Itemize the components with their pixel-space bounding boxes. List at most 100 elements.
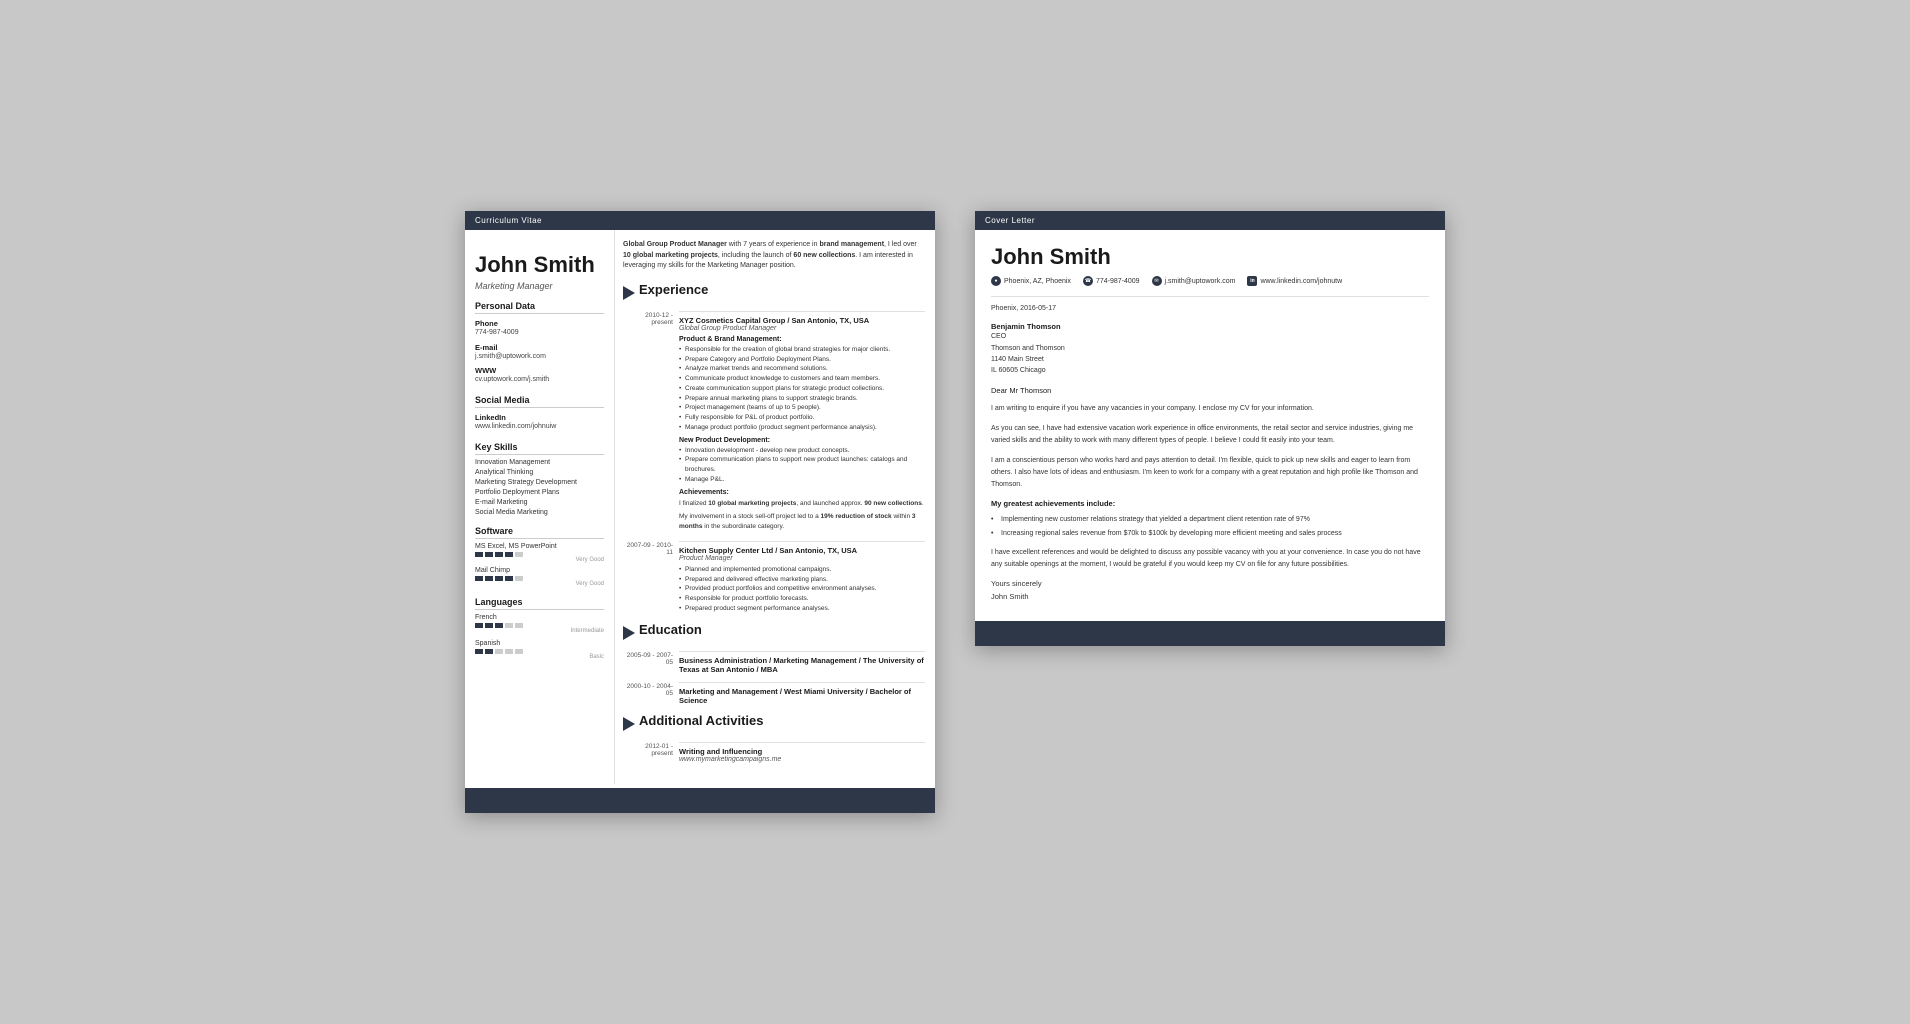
edu-degree-1: Business Administration / Marketing Mana… [679, 656, 925, 674]
cover-paragraph-2: As you can see, I have had extensive vac… [991, 423, 1429, 447]
cv-document: Curriculum Vitae John Smith Marketing Ma… [465, 211, 935, 812]
cover-header-bar: Cover Letter [975, 211, 1445, 230]
exp-bullet: Provided product portfolios and competit… [679, 584, 925, 594]
lang-rating-label-1: Intermediate [475, 628, 604, 634]
additional-title: Additional Activities [639, 713, 763, 728]
intro-bold3: 10 global marketing projects [623, 252, 718, 259]
lang-name-1: French [475, 614, 604, 621]
education-title: Education [639, 622, 702, 637]
cover-achievement-1: Implementing new customer relations stra… [991, 514, 1429, 525]
exp-bullet: Create communication support plans for s… [679, 384, 925, 394]
cv-phone-value: 774-987-4009 [475, 328, 604, 338]
location-icon: ● [991, 276, 1001, 286]
cover-header-label: Cover Letter [985, 216, 1035, 225]
bold: 10 global marketing projects [708, 500, 796, 507]
exp-role-1: Global Group Product Manager [679, 325, 925, 332]
software-name-2: Mail Chimp [475, 567, 604, 574]
exp-achievement-2: My involvement in a stock sell-off proje… [679, 512, 925, 533]
experience-header: Experience [623, 282, 925, 305]
cover-recipient-title: CEO [991, 331, 1429, 342]
dot [495, 552, 503, 557]
cover-closing: I have excellent references and would be… [991, 547, 1429, 571]
exp-bullet: Responsible for product portfolio foreca… [679, 594, 925, 604]
exp-date-1: 2010-12 - present [623, 311, 673, 533]
exp-bullet: Prepare annual marketing plans to suppor… [679, 394, 925, 404]
software-rating-label-1: Very Good [475, 557, 604, 563]
software-rating-label-2: Very Good [475, 581, 604, 587]
cover-recipient-name: Benjamin Thomson [991, 322, 1429, 331]
experience-arrow-icon [623, 286, 635, 300]
edu-entry-1: 2005-09 - 2007-05 Business Administratio… [623, 651, 925, 674]
cv-email-value: j.smith@uptowork.com [475, 352, 604, 362]
edu-content-1: Business Administration / Marketing Mana… [679, 651, 925, 674]
cv-www-value: cv.uptowork.com/j.smith [475, 375, 604, 385]
exp-bullet: Manage P&L. [679, 475, 925, 485]
cv-personal-data-title: Personal Data [475, 301, 604, 314]
dot [505, 552, 513, 557]
skill-item-3: Marketing Strategy Development [475, 479, 604, 486]
contact-linkedin: in www.linkedin.com/johnutw [1247, 276, 1342, 286]
cv-intro-text: Global Group Product Manager with 7 year… [623, 240, 925, 272]
contact-phone: ☎ 774-987-4009 [1083, 276, 1140, 286]
contact-location-text: Phoenix, AZ, Phoenix [1004, 278, 1071, 285]
cover-achievements-title: My greatest achievements include: [991, 499, 1429, 508]
skill-item-4: Portfolio Deployment Plans [475, 489, 604, 496]
exp-entry-1: 2010-12 - present XYZ Cosmetics Capital … [623, 311, 925, 533]
cv-header-bar: Curriculum Vitae [465, 211, 935, 230]
cover-contact-row: ● Phoenix, AZ, Phoenix ☎ 774-987-4009 ✉ … [991, 276, 1429, 286]
cv-linkedin-label: LinkedIn [475, 413, 604, 422]
dot [475, 649, 483, 654]
bold: 90 new collections [864, 500, 921, 507]
cv-software-title: Software [475, 526, 604, 539]
education-header: Education [623, 622, 925, 645]
dot [495, 623, 503, 628]
exp-bullet: Manage product portfolio (product segmen… [679, 423, 925, 433]
exp-achievement-1: I finalized 10 global marketing projects… [679, 499, 925, 509]
add-date-1: 2012-01 - present [623, 742, 673, 766]
cv-name: John Smith [475, 252, 604, 278]
email-icon: ✉ [1152, 276, 1162, 286]
dot-empty [495, 649, 503, 654]
dot [485, 649, 493, 654]
exp-subtitle-2: New Product Development: [679, 437, 925, 444]
exp-content-1: XYZ Cosmetics Capital Group / San Antoni… [679, 311, 925, 533]
cv-top-section: John Smith Marketing Manager Personal Da… [465, 230, 935, 783]
cover-name: John Smith [991, 244, 1429, 270]
cover-body: John Smith ● Phoenix, AZ, Phoenix ☎ 774-… [975, 230, 1445, 610]
dot [495, 576, 503, 581]
skill-item-2: Analytical Thinking [475, 469, 604, 476]
dot-empty [515, 649, 523, 654]
add-title-1: Writing and Influencing [679, 747, 925, 756]
dot [485, 623, 493, 628]
add-entry-1: 2012-01 - present Writing and Influencin… [623, 742, 925, 766]
cv-main-content: Global Group Product Manager with 7 year… [615, 230, 935, 783]
exp-entry-2: 2007-09 - 2010-11 Kitchen Supply Center … [623, 541, 925, 614]
exp-bullet: Prepare communication plans to support n… [679, 455, 925, 475]
dot [475, 552, 483, 557]
cv-key-skills-title: Key Skills [475, 442, 604, 455]
exp-subtitle-1: Product & Brand Management: [679, 336, 925, 343]
edu-date-1: 2005-09 - 2007-05 [623, 651, 673, 674]
add-detail-1: www.mymarketingcampaigns.me [679, 756, 925, 763]
additional-header: Additional Activities [623, 713, 925, 736]
exp-bullet: Communicate product knowledge to custome… [679, 374, 925, 384]
cover-achievement-2: Increasing regional sales revenue from $… [991, 528, 1429, 539]
contact-email: ✉ j.smith@uptowork.com [1152, 276, 1236, 286]
exp-bullet: Fully responsible for P&L of product por… [679, 413, 925, 423]
exp-content-2: Kitchen Supply Center Ltd / San Antonio,… [679, 541, 925, 614]
exp-bullet: Prepare Category and Portfolio Deploymen… [679, 355, 925, 365]
phone-icon: ☎ [1083, 276, 1093, 286]
software-item-1: MS Excel, MS PowerPoint Very Good [475, 543, 604, 563]
dot-empty [505, 649, 513, 654]
dot-empty [515, 623, 523, 628]
cv-sidebar-name-area: John Smith Marketing Manager [475, 242, 604, 290]
contact-phone-text: 774-987-4009 [1096, 278, 1140, 285]
skill-item-1: Innovation Management [475, 459, 604, 466]
cover-paragraph-3: I am a conscientious person who works ha… [991, 455, 1429, 491]
exp-bullet: Planned and implemented promotional camp… [679, 565, 925, 575]
add-content-1: Writing and Influencing www.mymarketingc… [679, 742, 925, 766]
intro-bold2: brand management [819, 241, 884, 248]
edu-degree-2: Marketing and Management / West Miami Un… [679, 687, 925, 705]
cv-email-label: E-mail [475, 343, 604, 352]
cv-www-label: WWW [475, 366, 604, 375]
